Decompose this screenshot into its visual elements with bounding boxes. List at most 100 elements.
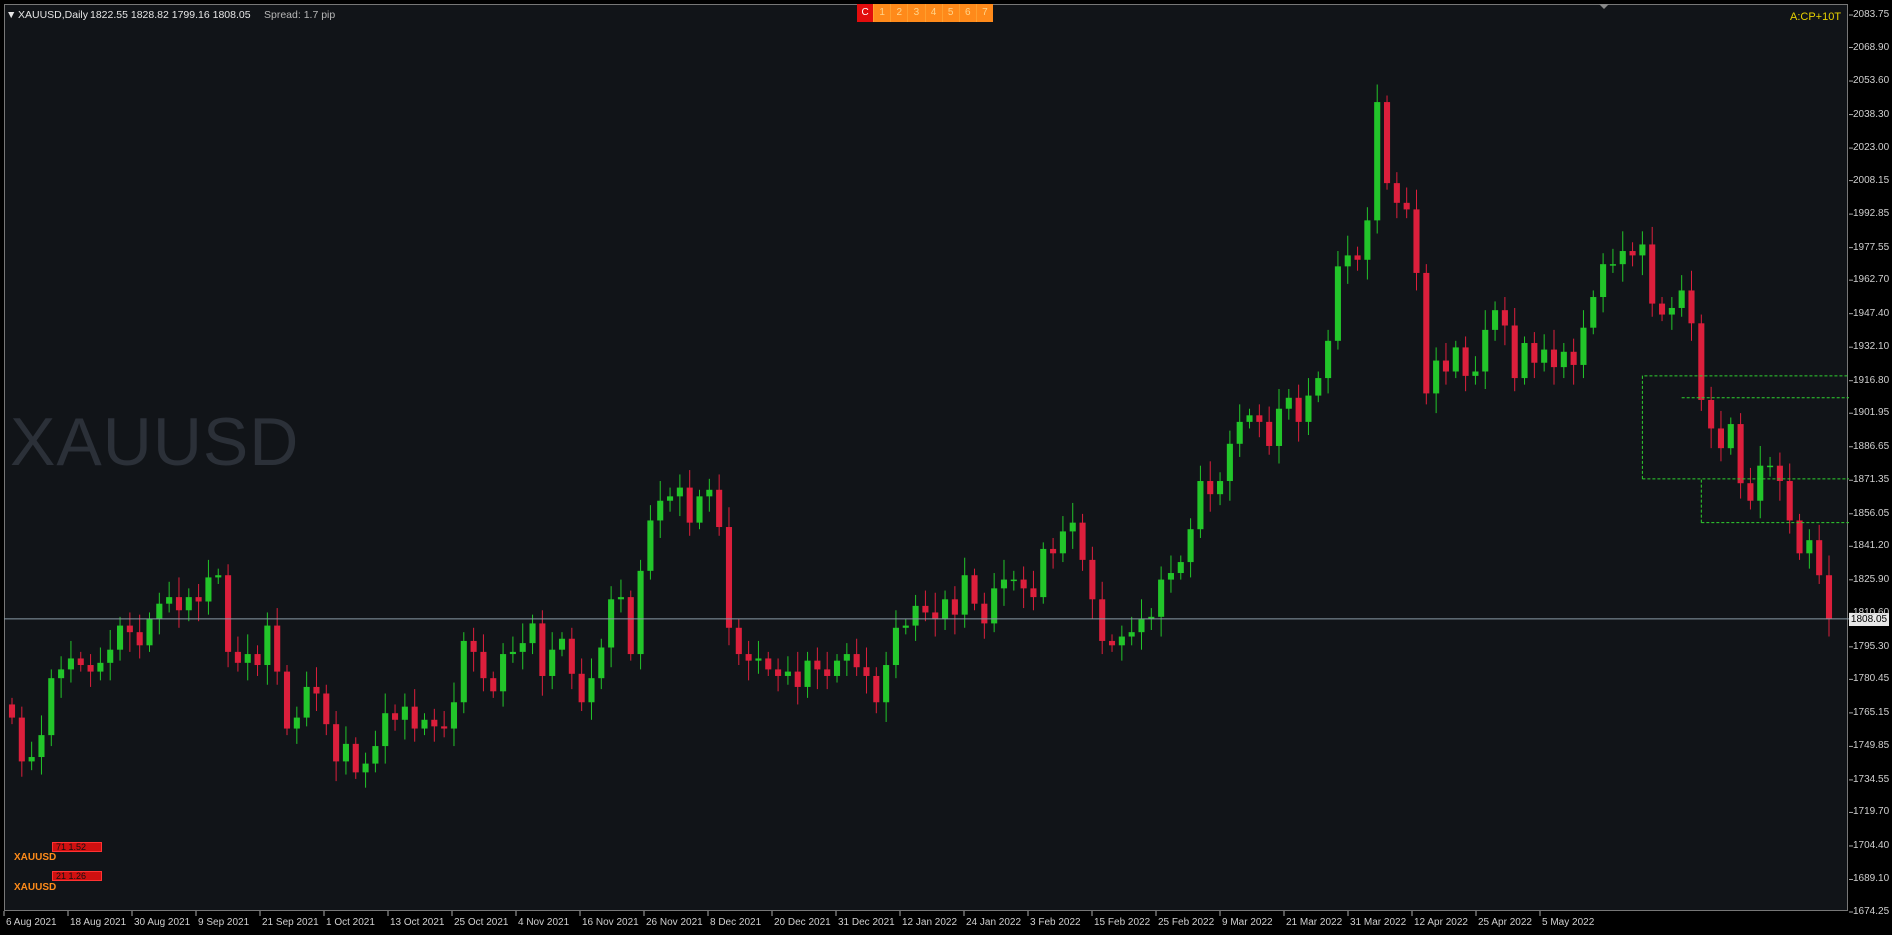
price-tick-label: 1962.70 — [1853, 274, 1890, 286]
bull-candle — [1236, 421, 1243, 444]
time-tick-label: 20 Dec 2021 — [774, 917, 831, 928]
bull-candle — [608, 599, 615, 648]
bear-candle — [470, 640, 477, 652]
bull-candle — [1492, 310, 1499, 330]
bear-candle — [745, 654, 752, 661]
spread-label: Spread: 1.7 pip — [264, 9, 336, 21]
bull-candle — [67, 658, 74, 670]
bear-candle — [1403, 202, 1410, 210]
time-tick-label: 9 Sep 2021 — [198, 917, 250, 928]
bull-candle — [460, 640, 467, 703]
bear-candle — [1089, 559, 1096, 600]
tf-button-7[interactable]: 7 — [976, 4, 993, 22]
tf-button-4[interactable]: 4 — [925, 4, 943, 22]
bull-candle — [1344, 255, 1351, 267]
bull-candle — [1285, 397, 1292, 409]
tf-button-1[interactable]: 1 — [874, 4, 892, 22]
time-tick-label: 8 Dec 2021 — [710, 917, 762, 928]
bull-candle — [450, 702, 458, 729]
price-tick-label: 1947.40 — [1853, 307, 1890, 319]
bear-candle — [922, 605, 929, 613]
bull-candle — [1275, 408, 1283, 446]
bull-candle — [1177, 562, 1184, 574]
time-tick-label: 31 Mar 2022 — [1350, 917, 1407, 928]
price-tick-label: 1841.20 — [1853, 540, 1890, 552]
bull-candle — [97, 662, 104, 672]
bull-candle — [156, 603, 163, 620]
time-tick-label: 9 Mar 2022 — [1222, 917, 1273, 928]
price-tick-label: 1992.85 — [1853, 208, 1890, 220]
bull-candle — [784, 671, 791, 676]
price-tick-label: 2053.60 — [1853, 75, 1890, 87]
bull-candle — [264, 625, 271, 666]
bull-candle — [647, 520, 654, 571]
bull-candle — [1118, 636, 1125, 646]
tf-button-2[interactable]: 2 — [891, 4, 909, 22]
time-tick-label: 31 Dec 2021 — [838, 917, 895, 928]
bull-candle — [1727, 424, 1734, 449]
bull-candle — [1590, 297, 1597, 328]
bull-candle — [667, 496, 674, 501]
bull-candle — [1767, 465, 1774, 468]
bull-candle — [116, 625, 124, 650]
price-tick-label: 1734.55 — [1853, 773, 1890, 785]
timeframe-bar: C 1 2 3 4 5 6 7 — [857, 4, 993, 22]
symbol-timeframe: XAUUSD,Daily — [18, 9, 89, 21]
bear-candle — [1030, 588, 1037, 598]
chart-window[interactable]: ▼ XAUUSD,Daily 1822.55 1828.82 1799.16 1… — [0, 0, 1892, 935]
bear-candle — [480, 651, 487, 679]
bull-candle — [372, 746, 379, 764]
bull-candle — [146, 619, 153, 646]
bull-candle — [1000, 579, 1008, 589]
bull-candle — [942, 599, 949, 620]
price-tick-label: 1810.60 — [1853, 607, 1890, 619]
tf-button-5[interactable]: 5 — [942, 4, 960, 22]
bull-candle — [244, 654, 251, 663]
price-tick-label: 2038.30 — [1853, 108, 1890, 120]
price-tick-label: 1689.10 — [1853, 873, 1890, 885]
bear-candle — [323, 693, 330, 725]
scroll-marker-icon — [1599, 4, 1609, 9]
bull-candle — [991, 588, 998, 624]
price-tick-label: 1886.65 — [1853, 440, 1890, 452]
tf-button-6[interactable]: 6 — [959, 4, 977, 22]
mode-label: A:CP+10T — [1790, 11, 1842, 23]
bear-candle — [1531, 343, 1538, 363]
price-tick-label: 1932.10 — [1853, 341, 1890, 353]
time-tick-label: 12 Apr 2022 — [1414, 917, 1468, 928]
bear-candle — [794, 671, 801, 687]
time-tick-label: 5 May 2022 — [1542, 917, 1595, 928]
price-tick-label: 2083.75 — [1853, 9, 1890, 20]
tf-button-3[interactable]: 3 — [908, 4, 926, 22]
time-tick-label: 18 Aug 2021 — [70, 917, 127, 928]
time-tick-label: 25 Feb 2022 — [1158, 917, 1215, 928]
tf-button-c[interactable]: C — [857, 4, 875, 22]
price-tick-label: 1825.90 — [1853, 573, 1890, 585]
bull-candle — [1806, 540, 1813, 554]
bull-candle — [382, 713, 389, 747]
bear-candle — [735, 627, 742, 655]
bear-candle — [1108, 640, 1116, 646]
bull-candle — [1668, 307, 1675, 315]
bear-candle — [1717, 428, 1725, 449]
bear-candle — [863, 667, 870, 676]
time-tick-label: 25 Apr 2022 — [1478, 917, 1532, 928]
bear-candle — [775, 669, 782, 676]
bear-candle — [1423, 272, 1430, 394]
bull-candle — [166, 597, 173, 604]
bull-candle — [48, 678, 55, 736]
price-tick-label: 2008.15 — [1853, 174, 1890, 186]
bull-candle — [1472, 371, 1479, 376]
price-tick-label: 1795.30 — [1853, 640, 1890, 652]
bear-candle — [175, 597, 183, 611]
bear-candle — [1786, 481, 1793, 521]
bear-candle — [126, 625, 133, 633]
signal-symbol-2: XAUUSD — [14, 882, 57, 893]
bull-candle — [912, 605, 919, 626]
bear-candle — [814, 660, 821, 670]
time-tick-label: 30 Aug 2021 — [134, 917, 191, 928]
bull-candle — [598, 647, 605, 679]
menu-triangle-icon[interactable]: ▼ — [6, 9, 16, 21]
bear-candle — [1629, 251, 1636, 256]
bull-candle — [38, 735, 45, 758]
